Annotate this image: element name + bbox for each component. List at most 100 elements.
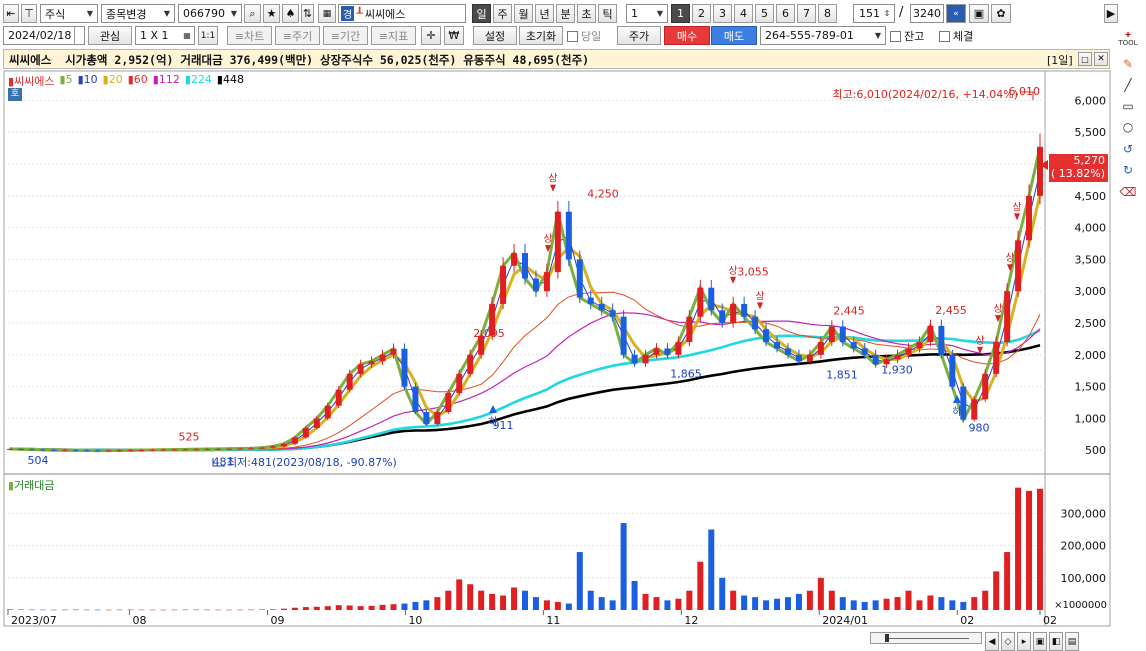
eraser-icon[interactable]: ⌫ [1118, 183, 1138, 201]
tab-period-1[interactable]: 주 [493, 4, 512, 23]
settings-button[interactable]: 설정 [473, 26, 517, 45]
volume-bar [302, 607, 309, 610]
candle-body [401, 348, 408, 387]
line-icon[interactable]: ╱ [1118, 76, 1138, 94]
volume-bar [532, 597, 539, 610]
account-select[interactable]: 264-555-789-01 ▼ [760, 26, 886, 45]
volume-bar [795, 593, 802, 610]
pin-icon[interactable]: ⇤ [3, 4, 19, 23]
filled-checkbox[interactable]: 체결 [939, 28, 973, 44]
chart-area[interactable]: 6,0005,5005,0004,5004,0003,5003,0002,500… [0, 70, 1115, 630]
volume-bar [774, 598, 781, 610]
price-tick: 3,000 [1075, 285, 1107, 298]
tab-chart-count-2[interactable]: 2 [692, 4, 711, 23]
volume-bar [401, 603, 408, 610]
redo-icon[interactable]: ↻ [1118, 161, 1138, 179]
price-tick: 5,500 [1075, 126, 1107, 139]
tab-option-3[interactable]: ≡지표 [371, 26, 416, 45]
checkbox-box [939, 31, 950, 42]
lock-icon[interactable]: ⊤ [21, 4, 37, 23]
close-icon[interactable]: ✕ [1094, 52, 1108, 66]
volume-bar [324, 606, 331, 610]
legend-item-3: ▮20 [103, 73, 123, 89]
one-to-one-button[interactable]: 1:1 [198, 26, 218, 45]
volume-bar [719, 577, 726, 610]
tool-menu-icon[interactable]: ✚ TOOL [1118, 30, 1138, 48]
tab-chart-count-7[interactable]: 7 [797, 4, 816, 23]
bottom-tool-icon-3[interactable]: ▣ [1033, 632, 1047, 651]
star-icon[interactable]: ★ [263, 4, 280, 23]
candle-body [861, 348, 868, 355]
bottom-tool-icon-0[interactable]: ◀ [985, 632, 999, 651]
name-tag: 경 [341, 6, 355, 21]
layout-select[interactable]: 1 X 1 ▦ [135, 26, 195, 45]
today-checkbox[interactable]: 당일 [567, 28, 601, 44]
tab-option-2[interactable]: ≡기간 [323, 26, 368, 45]
quote-tag[interactable]: 호 [8, 88, 22, 101]
period-count-select[interactable]: 1 ▼ [626, 4, 668, 23]
candle-body [237, 448, 244, 450]
volume-bar [456, 579, 463, 610]
gear-icon[interactable]: ✿ [991, 4, 1011, 23]
stock-name-field[interactable]: 경 ┸ 씨씨에스 [338, 4, 466, 23]
date-input[interactable]: 2024/02/18 [3, 26, 85, 45]
price-button[interactable]: 주가 [617, 26, 661, 45]
tab-chart-count-4[interactable]: 4 [734, 4, 753, 23]
zoom-slider[interactable] [870, 632, 982, 644]
tab-period-4[interactable]: 분 [556, 4, 575, 23]
tab-period-2[interactable]: 월 [514, 4, 533, 23]
pencil-icon[interactable]: ✎ [1118, 55, 1138, 73]
date-tick: 08 [133, 614, 147, 627]
tab-chart-count-5[interactable]: 5 [755, 4, 774, 23]
legend-label: 씨씨에스 [14, 75, 55, 88]
tab-option-0[interactable]: ≡차트 [227, 26, 272, 45]
item-change-select[interactable]: 종목변경 ▼ [101, 4, 175, 23]
volume-legend-label: 거래대금 [14, 479, 55, 492]
crosshair-icon[interactable]: ✛ [421, 26, 441, 45]
candle-body [1004, 291, 1011, 343]
save-icon[interactable]: ▣ [969, 4, 989, 23]
market-type-select[interactable]: 주식 ▼ [40, 4, 98, 23]
collapse-icon[interactable]: ▶ [1104, 4, 1118, 23]
tab-period-6[interactable]: 틱 [598, 4, 617, 23]
legend-item-4: ▮60 [128, 73, 148, 89]
tab-chart-count-3[interactable]: 3 [713, 4, 732, 23]
tab-option-1[interactable]: ≡주기 [275, 26, 320, 45]
currency-button[interactable]: ₩ [444, 26, 464, 45]
tab-period-3[interactable]: 년 [535, 4, 554, 23]
tab-chart-count-1[interactable]: 1 [671, 4, 690, 23]
sell-button[interactable]: 매도 [711, 26, 757, 45]
candle-body [379, 354, 386, 362]
spade-icon[interactable]: ♠ [282, 4, 299, 23]
search-icon[interactable]: ⌕ [244, 4, 261, 23]
tab-period-0[interactable]: 일 [472, 4, 491, 23]
bottom-tool-icon-4[interactable]: ◧ [1049, 632, 1063, 651]
tab-chart-count-6[interactable]: 6 [776, 4, 795, 23]
grid-icon[interactable]: ▦ [318, 4, 336, 23]
undo-icon[interactable]: ↺ [1118, 140, 1138, 158]
slider-handle[interactable] [885, 634, 889, 642]
candle-body [1026, 195, 1033, 241]
page-current-input[interactable]: 151 ⇕ [853, 4, 895, 23]
candle-body [226, 448, 233, 450]
bottom-tool-icon-2[interactable]: ▸ [1017, 632, 1031, 651]
rect-icon[interactable]: ▭ [1118, 97, 1138, 115]
bottom-tool-icon-5[interactable]: ▤ [1065, 632, 1079, 651]
watch-button[interactable]: 관심 [88, 26, 132, 45]
up-down-icon[interactable]: ⇅ [301, 4, 314, 23]
balance-checkbox[interactable]: 잔고 [890, 28, 924, 44]
scroll-back-icon[interactable]: « [946, 4, 966, 23]
maximize-icon[interactable]: □ [1078, 52, 1092, 66]
bottom-tool-icon-1[interactable]: ◇ [1001, 632, 1015, 651]
reset-button[interactable]: 초기화 [519, 26, 563, 45]
volume-bar [138, 609, 145, 611]
tab-period-5[interactable]: 초 [577, 4, 596, 23]
buy-button[interactable]: 매수 [664, 26, 710, 45]
volume-bar [83, 609, 90, 611]
candle-body [642, 354, 649, 364]
stock-code-input[interactable]: 066790 ▼ [178, 4, 242, 23]
tab-chart-count-8[interactable]: 8 [818, 4, 837, 23]
circle-icon[interactable]: ○ [1118, 118, 1138, 136]
grid-icon: ▦ [183, 31, 191, 40]
candle-body [193, 449, 200, 451]
